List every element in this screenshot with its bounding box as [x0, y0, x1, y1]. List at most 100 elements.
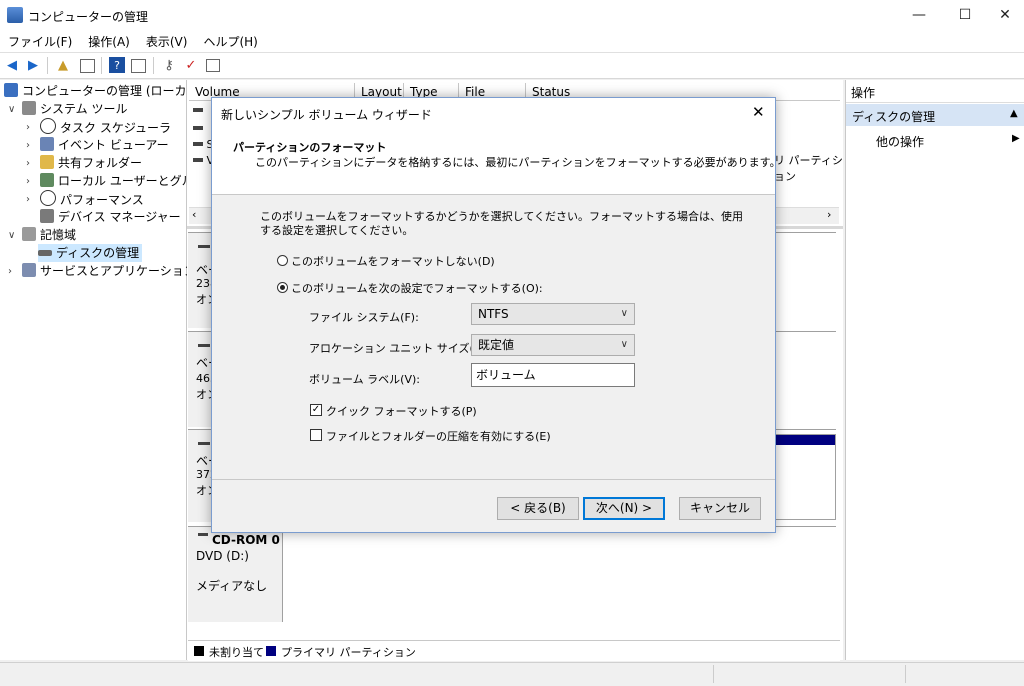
- device-manager-icon: [40, 209, 54, 223]
- services-icon: [22, 263, 36, 277]
- tree-event-viewer[interactable]: イベント ビューアー: [40, 136, 169, 154]
- up-folder-icon[interactable]: ▲: [55, 57, 71, 73]
- actions-pane: 操作 ディスクの管理 ▲ 他の操作 ▶: [845, 80, 1024, 660]
- action-other[interactable]: 他の操作 ▶: [846, 130, 1024, 150]
- volume-label-label: ボリューム ラベル(V):: [309, 373, 420, 386]
- app-icon: [7, 7, 23, 23]
- status-text: リ パーティション: [774, 154, 843, 183]
- primary-swatch: [266, 646, 276, 656]
- chevron-right-icon[interactable]: ›: [26, 122, 30, 133]
- quick-format-label[interactable]: クイック フォーマットする(P): [326, 403, 477, 419]
- cdrom-icon: [198, 533, 208, 536]
- status-divider: [905, 665, 906, 683]
- list-icon[interactable]: [206, 59, 220, 72]
- back-arrow-icon[interactable]: ◀: [4, 57, 20, 73]
- partition-color-bar: [775, 435, 835, 445]
- partition-block[interactable]: [774, 434, 836, 520]
- chevron-down-icon[interactable]: ∨: [8, 230, 15, 241]
- menu-file[interactable]: ファイル(F): [0, 30, 80, 52]
- chevron-down-icon[interactable]: ∨: [8, 104, 15, 115]
- tree-performance[interactable]: パフォーマンス: [40, 190, 144, 208]
- show-hide-tree-icon[interactable]: [80, 59, 95, 73]
- cdrom-row[interactable]: CD-ROM 0 DVD (D:) メディアなし: [188, 526, 836, 622]
- event-viewer-icon: [40, 137, 54, 151]
- tree-device-manager[interactable]: デバイス マネージャー: [40, 208, 181, 226]
- actions-header: 操作: [846, 80, 1024, 103]
- radio-no-format-label[interactable]: このボリュームをフォーマットしない(D): [291, 253, 495, 269]
- cdrom-media: メディアなし: [196, 579, 268, 593]
- tree-task-scheduler[interactable]: タスク スケジューラ: [40, 118, 171, 136]
- menu-view[interactable]: 表示(V): [138, 30, 196, 52]
- compression-label[interactable]: ファイルとフォルダーの圧縮を有効にする(E): [326, 428, 551, 444]
- file-system-label: ファイル システム(F):: [309, 311, 419, 324]
- tree-system-tools[interactable]: システム ツール: [22, 100, 127, 118]
- dialog-header: 新しいシンプル ボリューム ウィザード ✕ パーティションのフォーマット このパ…: [212, 98, 781, 195]
- back-button[interactable]: < 戻る(B): [497, 497, 579, 520]
- tree-disk-management[interactable]: ディスクの管理: [38, 244, 143, 262]
- computer-icon: [4, 83, 18, 97]
- quick-format-checkbox[interactable]: ✓: [310, 404, 322, 416]
- toolbar: ◀ ▶ ▲ ? ⚷ ✓: [0, 53, 1024, 79]
- legend-primary: プライマリ パーティション: [281, 646, 416, 659]
- radio-no-format[interactable]: [277, 255, 288, 266]
- allocation-unit-select[interactable]: 既定値 ∨: [471, 334, 635, 356]
- toolbar-divider: [153, 57, 154, 74]
- tree-shared-folders[interactable]: 共有フォルダー: [40, 154, 142, 172]
- status-divider: [713, 665, 714, 683]
- status-bar: [0, 662, 1024, 686]
- cancel-button[interactable]: キャンセル: [679, 497, 761, 520]
- dialog-close-icon[interactable]: ✕: [752, 103, 765, 121]
- next-button[interactable]: 次へ(N) >: [583, 497, 665, 520]
- forward-arrow-icon[interactable]: ▶: [25, 57, 41, 73]
- help-icon[interactable]: ?: [109, 57, 125, 73]
- window-title: コンピューターの管理: [28, 10, 149, 24]
- drive-icon: [193, 108, 203, 112]
- compression-checkbox[interactable]: [310, 429, 322, 441]
- chevron-right-icon[interactable]: ›: [8, 266, 12, 277]
- legend-bar: 未割り当て プライマリ パーティション: [188, 640, 840, 661]
- submenu-arrow-icon[interactable]: ▶: [1012, 133, 1020, 144]
- volume-label-input[interactable]: ボリューム: [471, 363, 635, 387]
- chevron-down-icon: ∨: [620, 339, 628, 350]
- chevron-right-icon[interactable]: ›: [26, 176, 30, 187]
- file-system-select[interactable]: NTFS ∨: [471, 303, 635, 325]
- scroll-left-icon[interactable]: ‹: [192, 208, 196, 221]
- volume-row[interactable]: [193, 122, 203, 135]
- collapse-up-icon[interactable]: ▲: [1010, 108, 1018, 119]
- disk-icon: [198, 442, 210, 445]
- cdrom-drive: DVD (D:): [196, 549, 249, 563]
- menu-action[interactable]: 操作(A): [80, 30, 138, 52]
- volume-row[interactable]: [193, 104, 203, 117]
- tree-storage[interactable]: 記憶域: [22, 226, 76, 244]
- shared-folder-icon: [40, 155, 54, 169]
- radio-format[interactable]: [277, 282, 288, 293]
- minimize-button[interactable]: —: [896, 0, 942, 30]
- cdrom-label: CD-ROM 0 DVD (D:) メディアなし: [188, 527, 283, 622]
- check-icon[interactable]: ✓: [183, 57, 199, 73]
- users-icon: [40, 173, 54, 187]
- close-button[interactable]: ✕: [982, 0, 1024, 30]
- tree-root[interactable]: コンピューターの管理 (ローカル): [4, 82, 203, 100]
- chevron-right-icon[interactable]: ›: [26, 140, 30, 151]
- dialog-divider: [212, 479, 775, 480]
- dialog-title: 新しいシンプル ボリューム ウィザード: [221, 108, 432, 122]
- key-icon[interactable]: ⚷: [161, 57, 177, 73]
- disk-icon: [198, 245, 210, 248]
- menu-help[interactable]: ヘルプ(H): [195, 30, 265, 52]
- allocation-unit-label: アロケーション ユニット サイズ(A):: [309, 342, 490, 355]
- properties-icon[interactable]: [131, 59, 146, 73]
- scroll-right-icon[interactable]: ›: [827, 208, 831, 221]
- chevron-right-icon[interactable]: ›: [26, 158, 30, 169]
- tree-services-apps[interactable]: サービスとアプリケーション: [22, 262, 196, 280]
- disk-icon: [198, 344, 210, 347]
- navigation-tree: コンピューターの管理 (ローカル) ∨ システム ツール › タスク スケジュー…: [0, 80, 217, 660]
- storage-icon: [22, 227, 36, 241]
- radio-format-label[interactable]: このボリュームを次の設定でフォーマットする(O):: [291, 280, 543, 296]
- actions-section[interactable]: ディスクの管理 ▲: [846, 104, 1024, 126]
- cdrom-name: CD-ROM 0: [212, 533, 280, 547]
- legend-unallocated: 未割り当て: [209, 646, 264, 659]
- clock-icon: [40, 118, 56, 134]
- format-wizard-dialog: 新しいシンプル ボリューム ウィザード ✕ パーティションのフォーマット このパ…: [211, 97, 781, 533]
- chevron-right-icon[interactable]: ›: [26, 194, 30, 205]
- drive-icon: [193, 142, 203, 146]
